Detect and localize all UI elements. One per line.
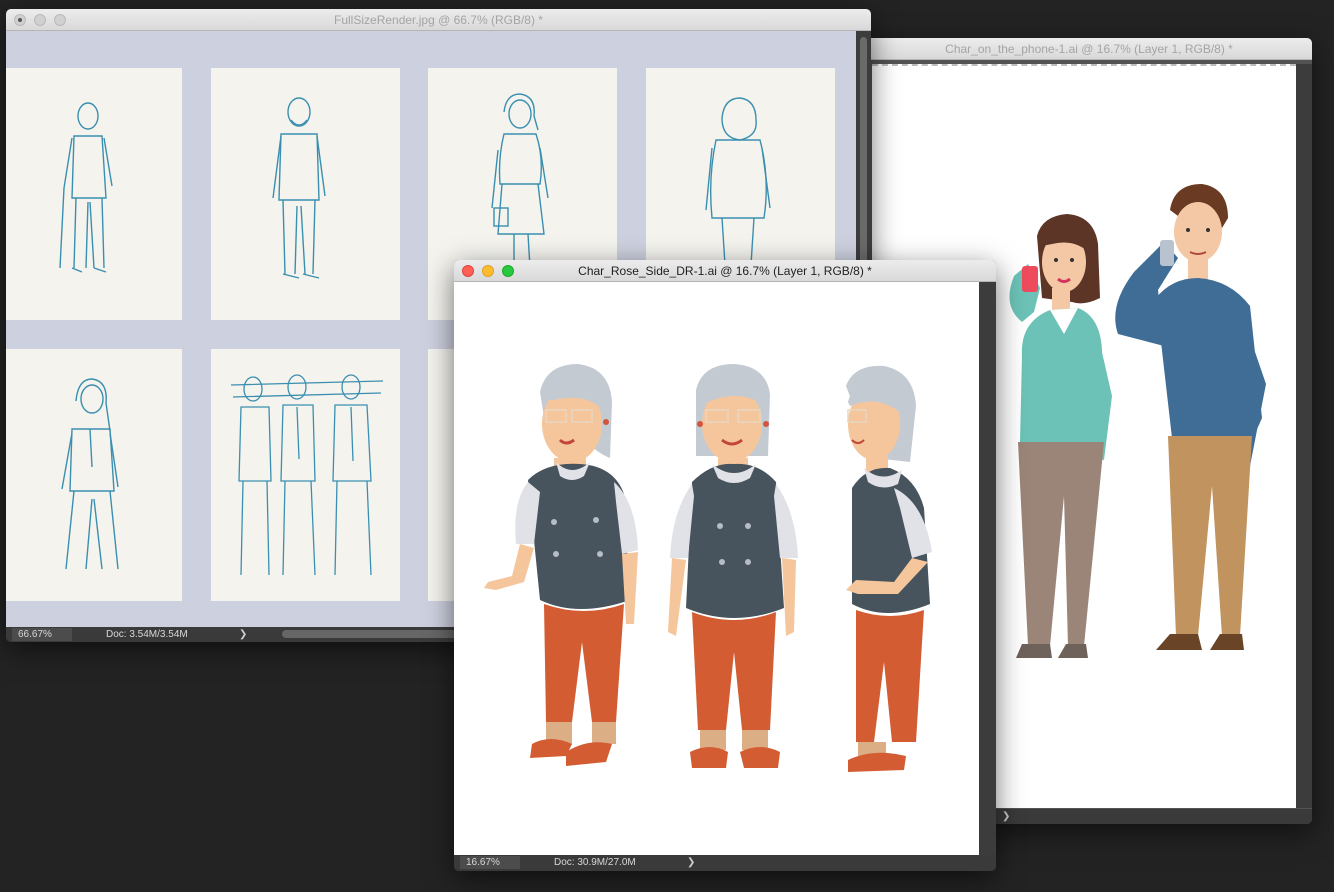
document-canvas[interactable]	[454, 282, 979, 855]
woman-on-phone-figure	[1009, 214, 1112, 658]
window-char-rose-side[interactable]: Char_Rose_Side_DR-1.ai @ 16.7% (Layer 1,…	[454, 260, 996, 871]
rose-front-view	[668, 364, 798, 768]
sketch-card-old-man	[6, 68, 182, 320]
sketch-card-business-woman	[6, 349, 182, 601]
horizontal-scrollbar[interactable]	[282, 630, 462, 638]
rose-three-quarter-view	[484, 364, 638, 766]
sketch-card-bearded-man	[211, 68, 400, 320]
window-titlebar[interactable]: FullSizeRender.jpg @ 66.7% (RGB/8) *	[6, 9, 871, 31]
window-title: Char_on_the_phone-1.ai @ 16.7% (Layer 1,…	[945, 42, 1233, 56]
rose-side-view	[846, 365, 932, 772]
rose-turnaround-artwork	[484, 364, 932, 772]
window-title: FullSizeRender.jpg @ 66.7% (RGB/8) *	[334, 13, 543, 27]
chevron-right-icon[interactable]: ❯	[1002, 809, 1010, 824]
chevron-right-icon[interactable]: ❯	[687, 855, 695, 870]
window-titlebar[interactable]: Char_on_the_phone-1.ai @ 16.7% (Layer 1,…	[866, 38, 1312, 60]
status-bar: 16.67% Doc: 30.9M/27.0M ❯	[454, 855, 996, 871]
vertical-scrollbar[interactable]	[1296, 64, 1312, 808]
window-title: Char_Rose_Side_DR-1.ai @ 16.7% (Layer 1,…	[578, 264, 872, 278]
sketch-card-three-men	[211, 349, 400, 601]
man-on-phone-figure	[1115, 184, 1266, 650]
window-titlebar[interactable]: Char_Rose_Side_DR-1.ai @ 16.7% (Layer 1,…	[454, 260, 996, 282]
document-size-info[interactable]: Doc: 3.54M/3.54M	[106, 628, 188, 641]
zoom-level-field[interactable]: 16.67%	[460, 856, 520, 869]
vertical-scrollbar[interactable]	[979, 282, 996, 855]
zoom-level-field[interactable]: 66.67%	[12, 628, 72, 641]
document-size-info[interactable]: Doc: 30.9M/27.0M	[554, 856, 636, 869]
chevron-right-icon[interactable]: ❯	[239, 627, 247, 642]
